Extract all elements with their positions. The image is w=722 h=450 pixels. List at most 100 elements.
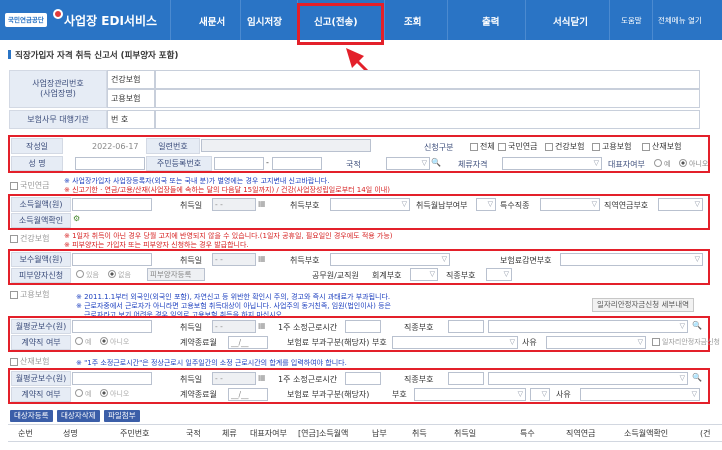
stability-fund-detail-button[interactable]: 일자리안정자금신청 세부내역 [592,298,695,312]
special-select[interactable] [540,198,600,211]
occ-pension-select[interactable] [658,198,703,211]
search-icon[interactable]: 🔍 [692,321,702,330]
agency-label: 보험사무 대행기관 [9,110,107,129]
type-health-checkbox[interactable]: 건강보험 [545,141,584,152]
menu-close-form[interactable]: 서식닫기 [553,14,588,28]
calendar-icon[interactable]: ▦ [258,199,266,208]
date-value[interactable]: 2022-06-17 [92,142,139,151]
type-industrial-checkbox[interactable]: 산재보험 [642,141,681,152]
ind-contract-end-input[interactable]: __/__ [228,388,268,401]
reduce-select[interactable] [560,253,703,266]
dependent-none-radio[interactable]: 없음 [108,270,131,280]
ind-levy-sub-select[interactable] [530,388,550,401]
industrial-section-checkbox[interactable]: 산재보험 [10,356,49,367]
emp-contract-label: 계약직 여부 [11,335,71,350]
ind-job-input[interactable] [448,372,484,385]
emp-contract-end-input[interactable]: __/__ [228,336,268,349]
ind-acq-date-input[interactable]: - - [212,372,256,385]
income-confirm-label: 소득월액확인 [11,213,71,228]
emp-reason-label: 사유 [522,338,537,347]
delete-subject-button[interactable]: 대상자삭제 [57,410,100,422]
emp-weekly-input[interactable] [345,320,381,333]
health-biz-field[interactable] [155,70,700,89]
income-input[interactable] [72,198,152,211]
contract-no-radio[interactable]: 아니오 [100,337,129,347]
col-income-confirm: 소득월액확인 [624,429,669,438]
agency-number-label: 번 호 [107,110,155,129]
calendar-icon[interactable]: ▦ [258,254,266,263]
acq-month-pay-label: 취득월납부여부 [416,201,468,210]
dependent-label: 피부양자신청 [11,268,71,283]
health-acq-code-select[interactable] [330,253,450,266]
help-button[interactable]: 도움말 [621,15,642,26]
agency-number-field[interactable] [155,110,700,129]
contract-yes-radio[interactable]: 예 [75,337,91,347]
employment-biz-field[interactable] [155,89,700,108]
pension-section-checkbox[interactable]: 국민연금 [10,180,49,191]
attach-file-button[interactable]: 파일첨부 [104,410,140,422]
menu-inquiry[interactable]: 조회 [404,14,421,28]
nationality-select[interactable] [386,157,430,170]
pension-acq-date-input[interactable]: - - [212,198,256,211]
health-section-checkbox[interactable]: 건강보험 [10,233,49,244]
rrn-front-input[interactable] [214,157,264,170]
ind-wage-input[interactable] [72,372,152,385]
ind-job-label: 직종부호 [404,375,434,384]
nav-divider [384,0,385,40]
type-all-checkbox[interactable]: 전체 [470,141,495,152]
rep-label: 대표자여부 [608,160,645,169]
name-input[interactable] [75,157,145,170]
dependent-has-radio[interactable]: 있음 [76,270,99,280]
full-menu-button[interactable]: 전체메뉴 열기 [658,15,702,26]
serial-input[interactable] [201,139,371,152]
ind-reason-select[interactable] [580,388,700,401]
serial-label: 일련번호 [146,138,200,154]
occ-pension-label: 직역연금부호 [604,201,649,210]
calendar-icon[interactable]: ▦ [258,321,266,330]
type-pension-checkbox[interactable]: 국민연금 [498,141,537,152]
emp-acq-date-input[interactable]: - - [212,320,256,333]
rep-yes-radio[interactable]: 예 [654,159,670,169]
rep-no-radio[interactable]: 아니오 [679,159,708,169]
menu-temp-save[interactable]: 임시저장 [247,14,282,28]
nationality-search-icon[interactable]: 🔍 [431,158,441,167]
col-payment: 납부 [372,429,387,438]
pay-input[interactable] [72,253,152,266]
pension-acq-code-select[interactable] [330,198,410,211]
ind-contract-yes-radio[interactable]: 예 [75,389,91,399]
col-health: (건 [700,429,711,438]
type-employment-checkbox[interactable]: 고용보험 [592,141,631,152]
health-acq-code-label: 취득부호 [290,256,320,265]
emp-job-select[interactable] [488,320,688,333]
search-icon[interactable]: 🔍 [692,373,702,382]
ind-weekly-input[interactable] [345,372,381,385]
ind-levy-code-select[interactable] [414,388,526,401]
menu-print[interactable]: 출력 [482,14,499,28]
emp-reason-select[interactable] [546,336,646,349]
calendar-icon[interactable]: ▦ [258,373,266,382]
ind-job-select[interactable] [488,372,688,385]
health-job-select[interactable] [486,268,512,281]
ind-contract-no-radio[interactable]: 아니오 [100,389,129,399]
health-acq-date-input[interactable]: - - [212,253,256,266]
menu-new-document[interactable]: 새문서 [199,14,225,28]
acq-month-pay-select[interactable] [476,198,496,211]
health-job-label: 직종부호 [446,271,476,280]
emp-wage-input[interactable] [72,320,152,333]
rrn-back-input[interactable] [272,157,322,170]
emp-job-input[interactable] [448,320,484,333]
nationality-label: 국적 [346,160,361,169]
ind-contract-label: 계약직 여부 [11,387,71,402]
emp-levy-code-select[interactable] [392,336,518,349]
table-top-border [8,424,722,425]
stability-fund-checkbox[interactable]: 일자리안정자금신청 [652,337,720,347]
emp-wage-label: 월평균보수(원) [11,319,71,334]
col-rrn: 주민번호 [120,429,150,438]
add-subject-button[interactable]: 대상자등록 [10,410,53,422]
ind-code-label: 부호 [392,390,407,399]
income-confirm-icon[interactable]: ⚙ [73,214,80,223]
residence-select[interactable] [502,157,602,170]
account-select[interactable] [410,268,438,281]
dependent-register-button[interactable]: 피부양자등록 [147,268,205,281]
employment-section-checkbox[interactable]: 고용보험 [10,289,49,300]
